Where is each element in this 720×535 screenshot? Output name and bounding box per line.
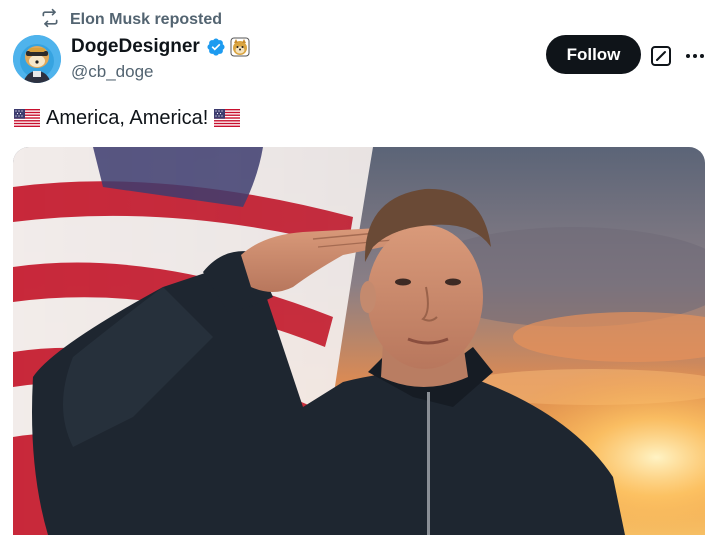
handle[interactable]: @cb_doge <box>71 62 250 82</box>
repost-label[interactable]: Elon Musk reposted <box>70 11 222 29</box>
grok-icon[interactable] <box>650 45 672 67</box>
post-text-body: America, America! <box>46 106 209 129</box>
verified-badge-icon <box>206 37 226 57</box>
doge-badge-icon[interactable] <box>230 37 250 57</box>
repost-icon <box>40 8 60 33</box>
post-text: America, America! <box>14 105 241 131</box>
repost-header[interactable]: Elon Musk reposted <box>40 8 222 33</box>
author-info[interactable]: DogeDesigner @cb_doge <box>71 35 250 82</box>
follow-button[interactable]: Follow <box>546 35 641 74</box>
avatar[interactable] <box>13 35 61 83</box>
us-flag-emoji <box>214 109 241 127</box>
more-icon[interactable] <box>684 46 706 66</box>
post-media-image[interactable] <box>13 147 705 535</box>
us-flag-emoji <box>14 109 40 127</box>
display-name[interactable]: DogeDesigner <box>71 36 200 58</box>
